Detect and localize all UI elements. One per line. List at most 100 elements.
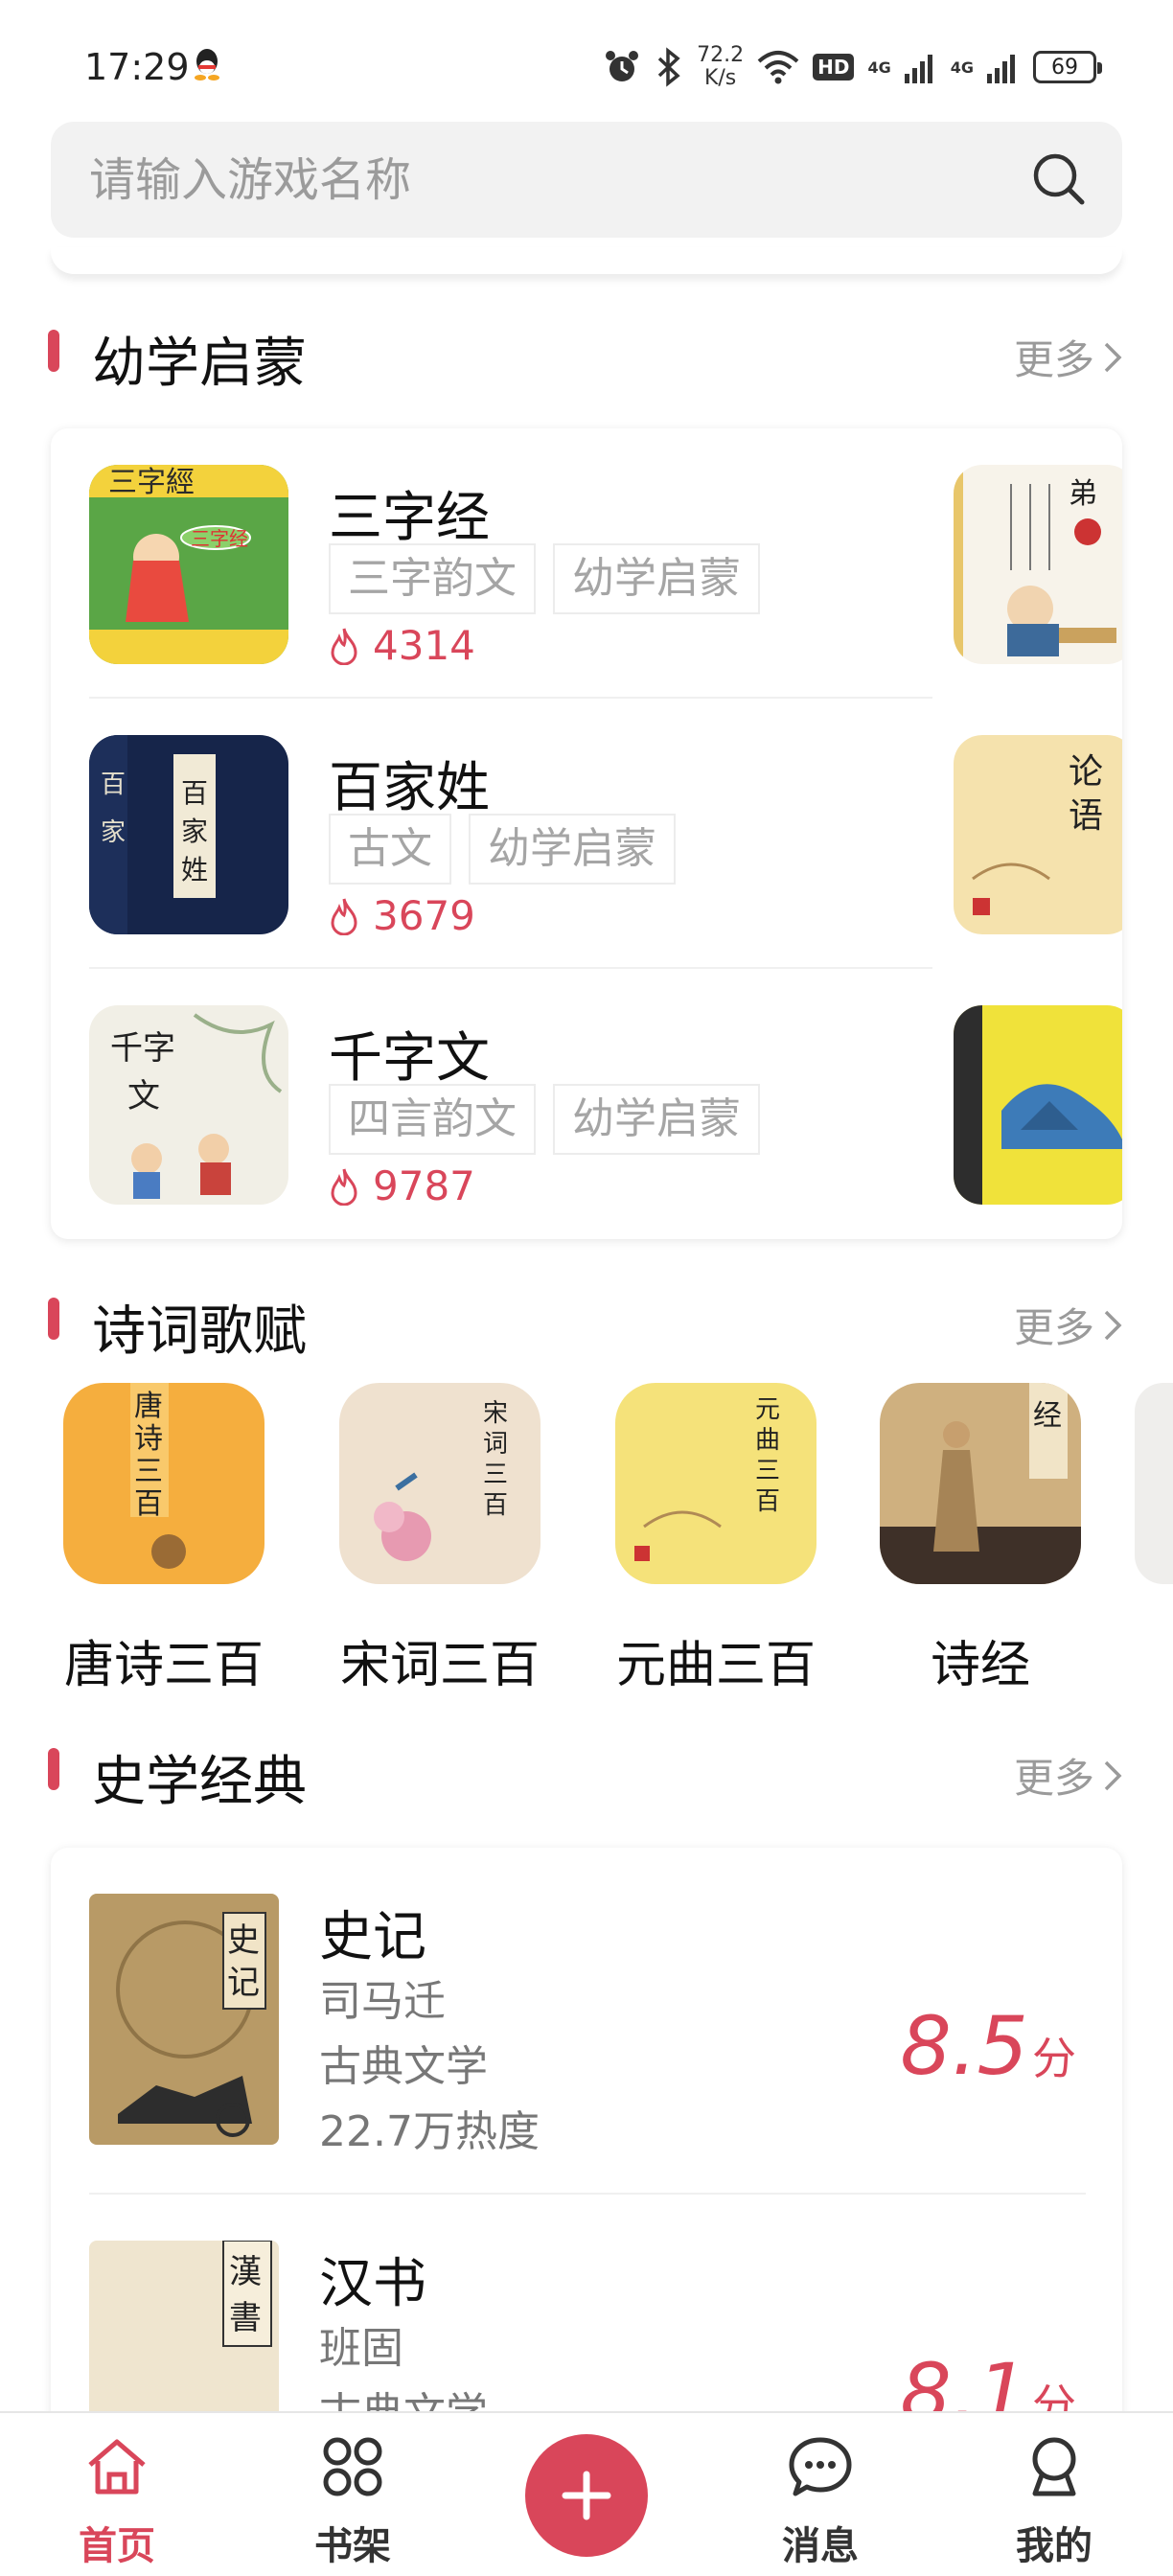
svg-text:唐: 唐 <box>134 1390 163 1423</box>
book-cover[interactable]: 百 家 百 家 姓 <box>89 735 288 934</box>
chevron-right-icon <box>1104 342 1122 372</box>
book-title: 百家姓 <box>329 757 490 819</box>
search-input[interactable] <box>89 122 1009 238</box>
book-author: 司马迁 <box>319 1977 446 2026</box>
tag: 四言韵文 <box>329 1084 536 1155</box>
svg-text:百: 百 <box>483 1491 508 1520</box>
tab-home[interactable]: 首页 <box>50 2434 184 2568</box>
more-label: 更多 <box>1013 1755 1094 1802</box>
section-header-poetry: 诗词歌赋 更多 <box>48 1280 1125 1363</box>
network-type-1: 4G <box>867 58 891 77</box>
tag: 幼学启蒙 <box>553 543 760 614</box>
score-value: 8.5 <box>900 1999 1028 2093</box>
poetry-cover[interactable]: 元 曲 三 百 <box>615 1383 816 1584</box>
poetry-item-partial[interactable] <box>1135 1383 1173 1584</box>
section-accent-bar <box>48 1748 59 1790</box>
poetry-cover[interactable]: 经 <box>880 1383 1081 1584</box>
poetry-item[interactable]: 经 诗经 <box>880 1383 1081 1699</box>
section-title: 诗词歌赋 <box>92 1300 307 1363</box>
section-accent-bar <box>48 330 59 372</box>
svg-text:史: 史 <box>227 1921 260 1960</box>
svg-text:三: 三 <box>755 1457 780 1485</box>
book-title: 汉书 <box>319 2253 426 2315</box>
side-book-cover[interactable]: 弟 <box>954 465 1122 664</box>
flame-icon <box>331 898 357 935</box>
chat-icon <box>789 2437 852 2496</box>
poetry-label: 元曲三百 <box>615 1637 816 1694</box>
svg-text:弟: 弟 <box>1069 477 1097 511</box>
svg-text:百: 百 <box>101 770 126 799</box>
svg-text:三: 三 <box>483 1460 508 1489</box>
section-header-enlighten: 幼学启蒙 更多 <box>48 312 1125 395</box>
svg-text:漢: 漢 <box>229 2253 262 2291</box>
net-speed-unit: K/s <box>703 66 737 90</box>
poetry-item[interactable]: 宋 词 三 百 宋词三百 <box>339 1383 540 1699</box>
svg-text:记: 记 <box>227 1964 260 2002</box>
tab-messages[interactable]: 消息 <box>753 2434 887 2568</box>
tab-mine[interactable]: 我的 <box>987 2434 1121 2568</box>
heat-value: 4314 <box>373 622 475 669</box>
score-unit: 分 <box>1032 2033 1076 2084</box>
chevron-right-icon <box>1104 1310 1122 1340</box>
row-divider <box>89 2193 1086 2195</box>
svg-text:曲: 曲 <box>755 1426 780 1455</box>
tab-bookshelf[interactable]: 书架 <box>286 2434 420 2568</box>
more-link[interactable]: 更多 <box>1014 328 1125 386</box>
tab-label: 首页 <box>79 2524 155 2568</box>
book-row[interactable]: 千字 文 千字文 四言韵文 幼学启蒙 9787 <box>89 1005 932 1209</box>
book-cover[interactable]: 千字 文 <box>89 1005 288 1205</box>
svg-text:家: 家 <box>101 818 126 847</box>
svg-text:词: 词 <box>483 1430 508 1459</box>
tag-list: 古文 幼学启蒙 <box>329 814 676 885</box>
poetry-label: 宋词三百 <box>339 1637 540 1694</box>
svg-text:三: 三 <box>134 1455 163 1488</box>
chevron-right-icon <box>1104 1760 1122 1790</box>
net-speed-value: 72.2 <box>697 43 745 67</box>
network-type-2: 4G <box>950 58 974 77</box>
side-book-cover[interactable]: 论 语 <box>954 735 1122 934</box>
svg-text:姓: 姓 <box>181 854 208 886</box>
poetry-cover[interactable]: 唐 诗 三 百 <box>63 1383 264 1584</box>
tag-list: 四言韵文 幼学启蒙 <box>329 1084 760 1155</box>
more-label: 更多 <box>1013 336 1094 383</box>
history-card: 史 记 史记 司马迁 古典文学 22.7万热度 8.5分 漢 書 汉书 班固 古… <box>51 1848 1122 2442</box>
book-row[interactable]: 三字經 三字经 三字经 三字韵文 幼学启蒙 4314 <box>89 465 932 669</box>
search-icon[interactable] <box>1030 150 1088 208</box>
book-cover[interactable]: 史 记 <box>89 1894 279 2145</box>
more-link[interactable]: 更多 <box>1014 1746 1125 1805</box>
book-row[interactable]: 百 家 百 家 姓 百家姓 古文 幼学启蒙 3679 <box>89 735 932 939</box>
poetry-cover[interactable]: 宋 词 三 百 <box>339 1383 540 1584</box>
signal-icon <box>904 55 932 83</box>
user-icon <box>1032 2437 1076 2496</box>
tag: 三字韵文 <box>329 543 536 614</box>
heat-count: 9787 <box>329 1162 475 1209</box>
row-divider <box>89 967 932 969</box>
tab-label: 我的 <box>1016 2524 1092 2568</box>
heat-count: 3679 <box>329 892 475 939</box>
add-button[interactable] <box>525 2434 648 2557</box>
status-time: 17:29 <box>84 46 190 88</box>
flame-icon <box>331 628 357 665</box>
hd-badge: HD <box>813 54 855 80</box>
svg-text:百: 百 <box>134 1487 163 1521</box>
more-link[interactable]: 更多 <box>1014 1296 1125 1354</box>
grid-icon <box>323 2437 382 2496</box>
section-title: 幼学启蒙 <box>92 333 307 395</box>
net-speed: 72.2 K/s <box>697 44 744 90</box>
tag: 幼学启蒙 <box>553 1084 760 1155</box>
svg-text:经: 经 <box>1033 1399 1062 1433</box>
book-cover[interactable]: 三字經 三字经 <box>89 465 288 664</box>
book-heat: 22.7万热度 <box>319 2107 540 2156</box>
alarm-icon <box>606 51 639 81</box>
search-bar[interactable] <box>51 122 1122 238</box>
poetry-item[interactable]: 唐 诗 三 百 唐诗三百 <box>63 1383 264 1699</box>
section-accent-bar <box>48 1298 59 1340</box>
svg-text:三字經: 三字經 <box>108 466 195 499</box>
side-book-cover[interactable] <box>954 1005 1122 1205</box>
poetry-item[interactable]: 元 曲 三 百 元曲三百 <box>615 1383 816 1699</box>
history-book-row[interactable]: 史 记 史记 司马迁 古典文学 22.7万热度 8.5分 <box>89 1894 1086 2156</box>
svg-text:论: 论 <box>1069 752 1103 792</box>
bluetooth-icon <box>657 47 680 87</box>
book-author: 班固 <box>319 2324 403 2373</box>
svg-text:家: 家 <box>181 816 208 847</box>
